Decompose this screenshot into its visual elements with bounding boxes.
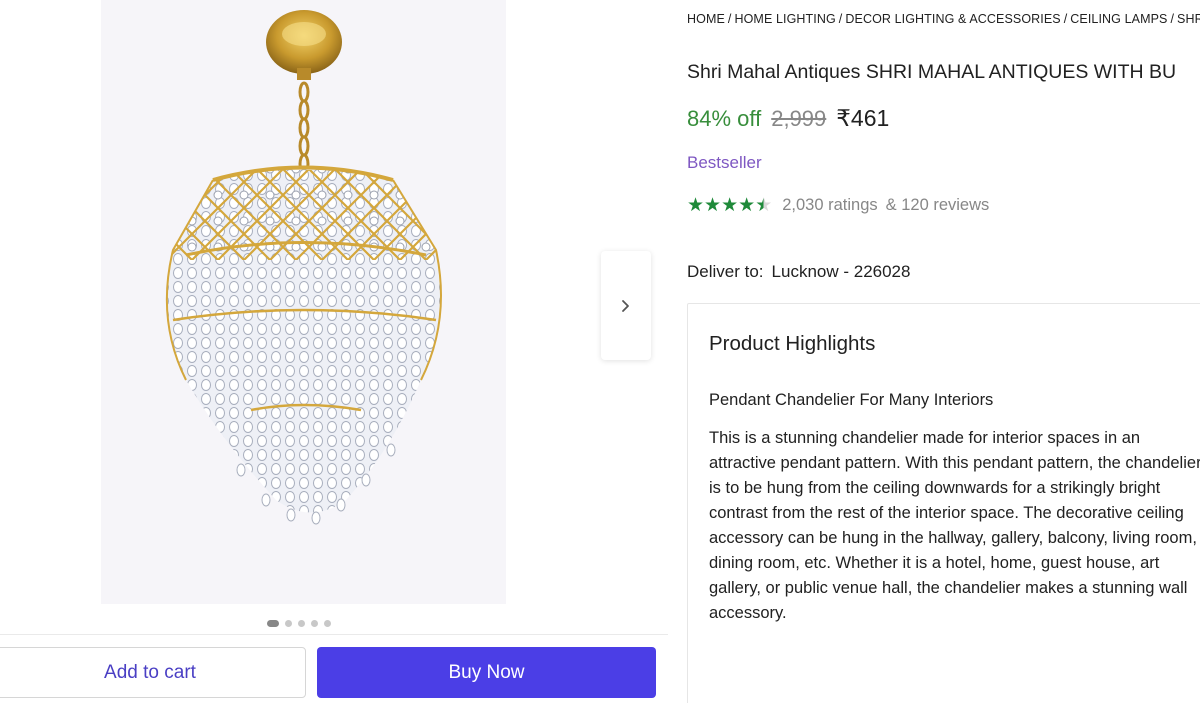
breadcrumb-separator: / — [727, 12, 732, 26]
star-icon: ★ — [721, 195, 739, 216]
pagination-dot[interactable] — [311, 620, 318, 627]
add-to-cart-button[interactable]: Add to cart — [0, 647, 306, 698]
star-icon: ★ — [704, 195, 722, 216]
deliver-label: Deliver to: — [687, 262, 764, 281]
product-image[interactable] — [101, 0, 506, 604]
buy-now-button[interactable]: Buy Now — [317, 647, 656, 698]
selling-price: ₹461 — [836, 105, 890, 131]
breadcrumb-separator: / — [1170, 12, 1175, 26]
product-title: Shri Mahal Antiques SHRI MAHAL ANTIQUES … — [687, 61, 1177, 83]
pagination-dot[interactable] — [285, 620, 292, 627]
star-rating: ★ ★ ★ ★ ★ — [687, 196, 772, 215]
breadcrumb-home-lighting[interactable]: HOME LIGHTING — [734, 12, 835, 26]
deliver-location-value: Lucknow - 226028 — [771, 262, 911, 281]
breadcrumb-decor-lighting[interactable]: DECOR LIGHTING & ACCESSORIES — [845, 12, 1060, 26]
star-icon: ★ — [687, 195, 705, 216]
discount-percent: 84% off — [687, 106, 762, 131]
highlights-description: This is a stunning chandelier made for i… — [709, 429, 1200, 622]
breadcrumb-ceiling-lamps[interactable]: CEILING LAMPS — [1070, 12, 1167, 26]
pagination-dot[interactable] — [298, 620, 305, 627]
original-price: 2,999 — [771, 106, 827, 131]
product-highlights-panel: Product Highlights Pendant Chandelier Fo… — [687, 303, 1200, 703]
highlights-subheading: Pendant Chandelier For Many Interiors — [709, 391, 994, 409]
bestseller-badge: Bestseller — [687, 153, 762, 172]
image-pagination — [267, 620, 331, 627]
breadcrumb-separator: / — [1063, 12, 1068, 26]
ratings-count: 2,030 ratings — [782, 196, 878, 214]
product-gallery: Add to cart Buy Now — [0, 0, 668, 703]
action-bar: Add to cart Buy Now — [0, 634, 668, 703]
pagination-dot[interactable] — [267, 620, 279, 627]
price-row: 84% off 2,999 ₹461 — [687, 105, 889, 132]
breadcrumb: HOME / HOME LIGHTING / DECOR LIGHTING & ACCE… — [687, 12, 1200, 26]
next-image-button[interactable] — [601, 251, 651, 360]
breadcrumb-separator: / — [838, 12, 843, 26]
half-star-icon: ★ — [755, 195, 773, 216]
breadcrumb-shri[interactable]: SHRI — [1177, 12, 1200, 26]
reviews-count: & 120 reviews — [885, 196, 990, 214]
breadcrumb-home[interactable]: HOME — [687, 12, 725, 26]
delivery-location[interactable]: Deliver to: Lucknow - 226028 — [687, 262, 910, 282]
chandelier-image — [165, 10, 442, 525]
rating-row[interactable]: ★ ★ ★ ★ ★ 2,030 ratings & 120 reviews — [687, 196, 989, 215]
pagination-dot[interactable] — [324, 620, 331, 627]
highlights-heading: Product Highlights — [709, 332, 876, 355]
star-icon: ★ — [738, 195, 756, 216]
chevron-right-icon — [622, 299, 629, 312]
product-details: HOME / HOME LIGHTING / DECOR LIGHTING & ACCE… — [687, 0, 1200, 703]
